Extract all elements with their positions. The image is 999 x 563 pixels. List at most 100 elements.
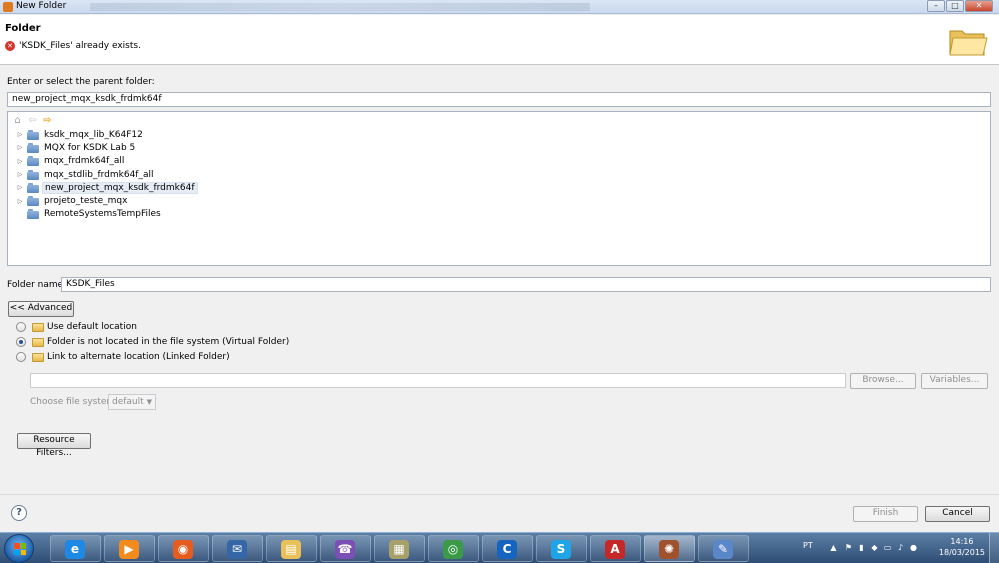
windows-logo-icon (14, 543, 26, 555)
taskbar-button[interactable]: S (536, 535, 587, 562)
home-icon[interactable]: ⌂ (12, 115, 23, 126)
system-tray: PT ▲ ⚑ ▮ ◆ ▭ ♪ ● 14:16 18/03/2015 (799, 533, 999, 563)
folder-tree[interactable]: ⌂ ⇦ ⇨ ▷ ksdk_mqx_lib_K64F12 ▷ MQX for KSDK … (7, 111, 991, 266)
taskbar-button[interactable]: ☎ (320, 535, 371, 562)
taskbar-button[interactable]: C (482, 535, 533, 562)
tree-item[interactable]: ▷ mqx_stdlib_frdmk64f_all (16, 168, 198, 181)
location-radio[interactable] (16, 352, 26, 362)
tree-item[interactable]: ▷ projeto_teste_mqx (16, 194, 198, 207)
project-folder-icon (27, 129, 39, 140)
advanced-button[interactable]: << Advanced (8, 301, 74, 317)
tree-item-label: MQX for KSDK Lab 5 (44, 142, 136, 153)
flag-icon[interactable]: ⚑ (844, 543, 853, 552)
network-icon[interactable]: ▭ (883, 543, 892, 552)
acrobat-icon: A (605, 540, 625, 559)
taskbar-items: e ▶ ◉ ✉ ▤ ☎ ▦ ◎ C S A ✺ ✎ (50, 535, 752, 562)
expand-arrow-icon[interactable]: ▷ (16, 171, 24, 178)
show-desktop-button[interactable] (989, 533, 999, 563)
help-icon[interactable]: ? (11, 505, 27, 521)
folder-icon (32, 337, 44, 347)
error-icon: ✕ (5, 41, 15, 51)
location-option[interactable]: Use default location (16, 322, 137, 332)
taskbar-button[interactable]: A (590, 535, 641, 562)
parent-folder-label: Enter or select the parent folder: (7, 77, 155, 87)
power-icon[interactable]: ▮ (857, 543, 866, 552)
browse-button[interactable]: Browse... (850, 373, 916, 389)
taskbar-button[interactable]: ▦ (374, 535, 425, 562)
file-system-value: default (112, 397, 144, 407)
tree-list: ▷ ksdk_mqx_lib_K64F12 ▷ MQX for KSDK Lab 5 ▷… (16, 128, 198, 221)
taskbar-button[interactable]: ✺ (644, 535, 695, 562)
folder-name-label: Folder name: (7, 280, 67, 290)
expand-arrow-icon[interactable]: ▷ (16, 198, 24, 205)
close-button[interactable]: ✕ (965, 0, 993, 12)
window-title: New Folder (16, 1, 67, 11)
cancel-button[interactable]: Cancel (925, 506, 990, 522)
window-controls: – □ ✕ (926, 0, 993, 12)
taskbar-button[interactable]: ✎ (698, 535, 749, 562)
location-radio[interactable] (16, 322, 26, 332)
project-folder-icon (27, 169, 39, 180)
project-folder-icon (27, 209, 39, 220)
location-radio[interactable] (16, 337, 26, 347)
ccleaner-icon: C (497, 540, 517, 559)
folder-icon (32, 352, 44, 362)
tree-item[interactable]: ▷ mqx_frdmk64f_all (16, 155, 198, 168)
tree-item-label: mqx_stdlib_frdmk64f_all (44, 169, 154, 180)
file-system-select[interactable]: default ▼ (108, 394, 156, 410)
taskbar-button[interactable]: ▤ (266, 535, 317, 562)
clock-time: 14:16 (950, 537, 974, 546)
volume-icon[interactable]: ♪ (896, 543, 905, 552)
taskbar-button[interactable]: ◉ (158, 535, 209, 562)
error-message: 'KSDK_Files' already exists. (19, 41, 141, 51)
start-button[interactable] (4, 534, 34, 563)
project-folder-icon (27, 196, 39, 207)
tray-expand-icon[interactable]: ▲ (829, 543, 838, 552)
folder-banner-icon (949, 30, 988, 56)
finish-button[interactable]: Finish (853, 506, 918, 522)
expand-arrow-icon[interactable]: ▷ (16, 158, 24, 165)
variables-button[interactable]: Variables... (921, 373, 988, 389)
clock[interactable]: 14:16 18/03/2015 (939, 536, 985, 558)
taskbar-button[interactable]: ▶ (104, 535, 155, 562)
tree-item-label: RemoteSystemsTempFiles (44, 209, 161, 220)
title-bar[interactable]: New Folder – □ ✕ (0, 0, 999, 14)
tree-item[interactable]: ▷ MQX for KSDK Lab 5 (16, 141, 198, 154)
forward-arrow-icon[interactable]: ⇨ (42, 115, 53, 126)
location-option[interactable]: Link to alternate location (Linked Folde… (16, 352, 230, 362)
project-folder-icon (27, 182, 39, 193)
skype-icon: S (551, 540, 571, 559)
back-arrow-icon[interactable]: ⇦ (27, 115, 38, 126)
page-title: Folder (5, 23, 41, 34)
taskbar-button[interactable]: ✉ (212, 535, 263, 562)
parent-folder-input[interactable]: new_project_mqx_ksdk_frdmk64f (7, 92, 991, 107)
location-option-label: Use default location (47, 322, 137, 332)
location-option-label: Link to alternate location (Linked Folde… (47, 352, 230, 362)
expand-arrow-icon[interactable]: ▷ (16, 131, 24, 138)
clock-date: 18/03/2015 (938, 548, 985, 557)
tree-item[interactable]: RemoteSystemsTempFiles (16, 208, 198, 221)
minimize-button[interactable]: – (927, 0, 945, 12)
resource-filters-button[interactable]: Resource Filters... (17, 433, 91, 458)
linked-path-input[interactable] (30, 373, 846, 388)
project-folder-icon (27, 156, 39, 167)
kinetis-icon: ✺ (659, 540, 679, 559)
maximize-button[interactable]: □ (946, 0, 964, 12)
tree-item[interactable]: ▷ new_project_mqx_ksdk_frdmk64f (16, 181, 198, 194)
taskbar: e ▶ ◉ ✉ ▤ ☎ ▦ ◎ C S A ✺ ✎ PT ▲ ⚑ ▮ ◆ ▭ ♪ ● 14:16 18/… (0, 532, 999, 563)
expand-arrow-icon[interactable]: ▷ (16, 184, 24, 191)
folder-icon (32, 322, 44, 332)
viber-icon: ☎ (335, 540, 355, 559)
folder-name-input[interactable]: KSDK_Files (61, 277, 991, 292)
expand-arrow-icon[interactable]: ▷ (16, 144, 24, 151)
language-indicator[interactable]: PT (803, 541, 813, 550)
tree-item[interactable]: ▷ ksdk_mqx_lib_K64F12 (16, 128, 198, 141)
tree-item-label: mqx_frdmk64f_all (44, 156, 125, 167)
shield-icon[interactable]: ◆ (870, 543, 879, 552)
app-icon (3, 2, 13, 12)
location-option[interactable]: Folder is not located in the file system… (16, 337, 289, 347)
tree-item-label: projeto_teste_mqx (44, 196, 128, 207)
taskbar-button[interactable]: ◎ (428, 535, 479, 562)
taskbar-button[interactable]: e (50, 535, 101, 562)
app-tray-icon[interactable]: ● (909, 543, 918, 552)
